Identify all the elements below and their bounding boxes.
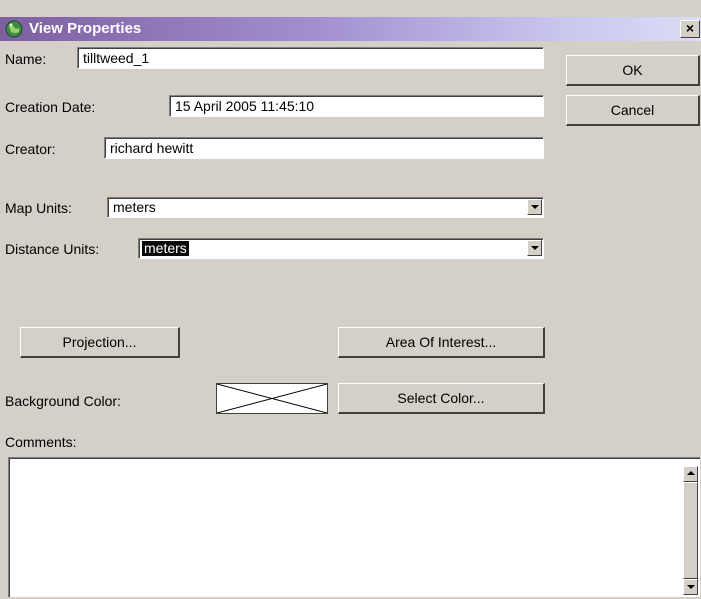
distance-units-value: meters <box>141 240 190 257</box>
comments-textarea[interactable] <box>8 457 700 597</box>
creator-field[interactable]: richard hewitt <box>104 137 544 159</box>
area-of-interest-button[interactable]: Area Of Interest... <box>338 327 545 358</box>
name-label: Name: <box>5 51 47 67</box>
chevron-down-icon[interactable] <box>527 240 542 256</box>
scroll-thumb[interactable] <box>683 482 698 579</box>
scroll-down-icon[interactable] <box>683 579 698 595</box>
map-units-select[interactable]: meters <box>107 197 544 218</box>
title-bar[interactable]: View Properties × <box>0 17 701 41</box>
globe-icon <box>5 20 23 38</box>
creator-label: Creator: <box>5 141 56 157</box>
projection-button[interactable]: Projection... <box>20 327 180 358</box>
chevron-down-icon[interactable] <box>527 199 542 215</box>
map-units-label: Map Units: <box>5 200 72 216</box>
name-field[interactable]: tilltweed_1 <box>77 47 544 69</box>
select-color-button[interactable]: Select Color... <box>338 383 545 414</box>
window-title: View Properties <box>29 20 142 37</box>
scroll-up-icon[interactable] <box>683 466 698 482</box>
creation-date-label: Creation Date: <box>5 99 96 115</box>
cancel-button[interactable]: Cancel <box>566 95 700 126</box>
comments-scrollbar[interactable] <box>683 466 698 595</box>
distance-units-label: Distance Units: <box>5 241 100 257</box>
view-properties-dialog: View Properties × Name: tilltweed_1 Crea… <box>0 0 701 599</box>
close-button[interactable]: × <box>680 20 700 38</box>
map-units-value: meters <box>113 199 156 215</box>
comments-label: Comments: <box>5 434 77 450</box>
background-color-label: Background Color: <box>5 393 121 409</box>
creation-date-field[interactable]: 15 April 2005 11:45:10 <box>169 95 544 117</box>
distance-units-select[interactable]: meters <box>138 238 544 259</box>
ok-button[interactable]: OK <box>566 55 700 86</box>
background-color-swatch[interactable] <box>216 383 328 414</box>
